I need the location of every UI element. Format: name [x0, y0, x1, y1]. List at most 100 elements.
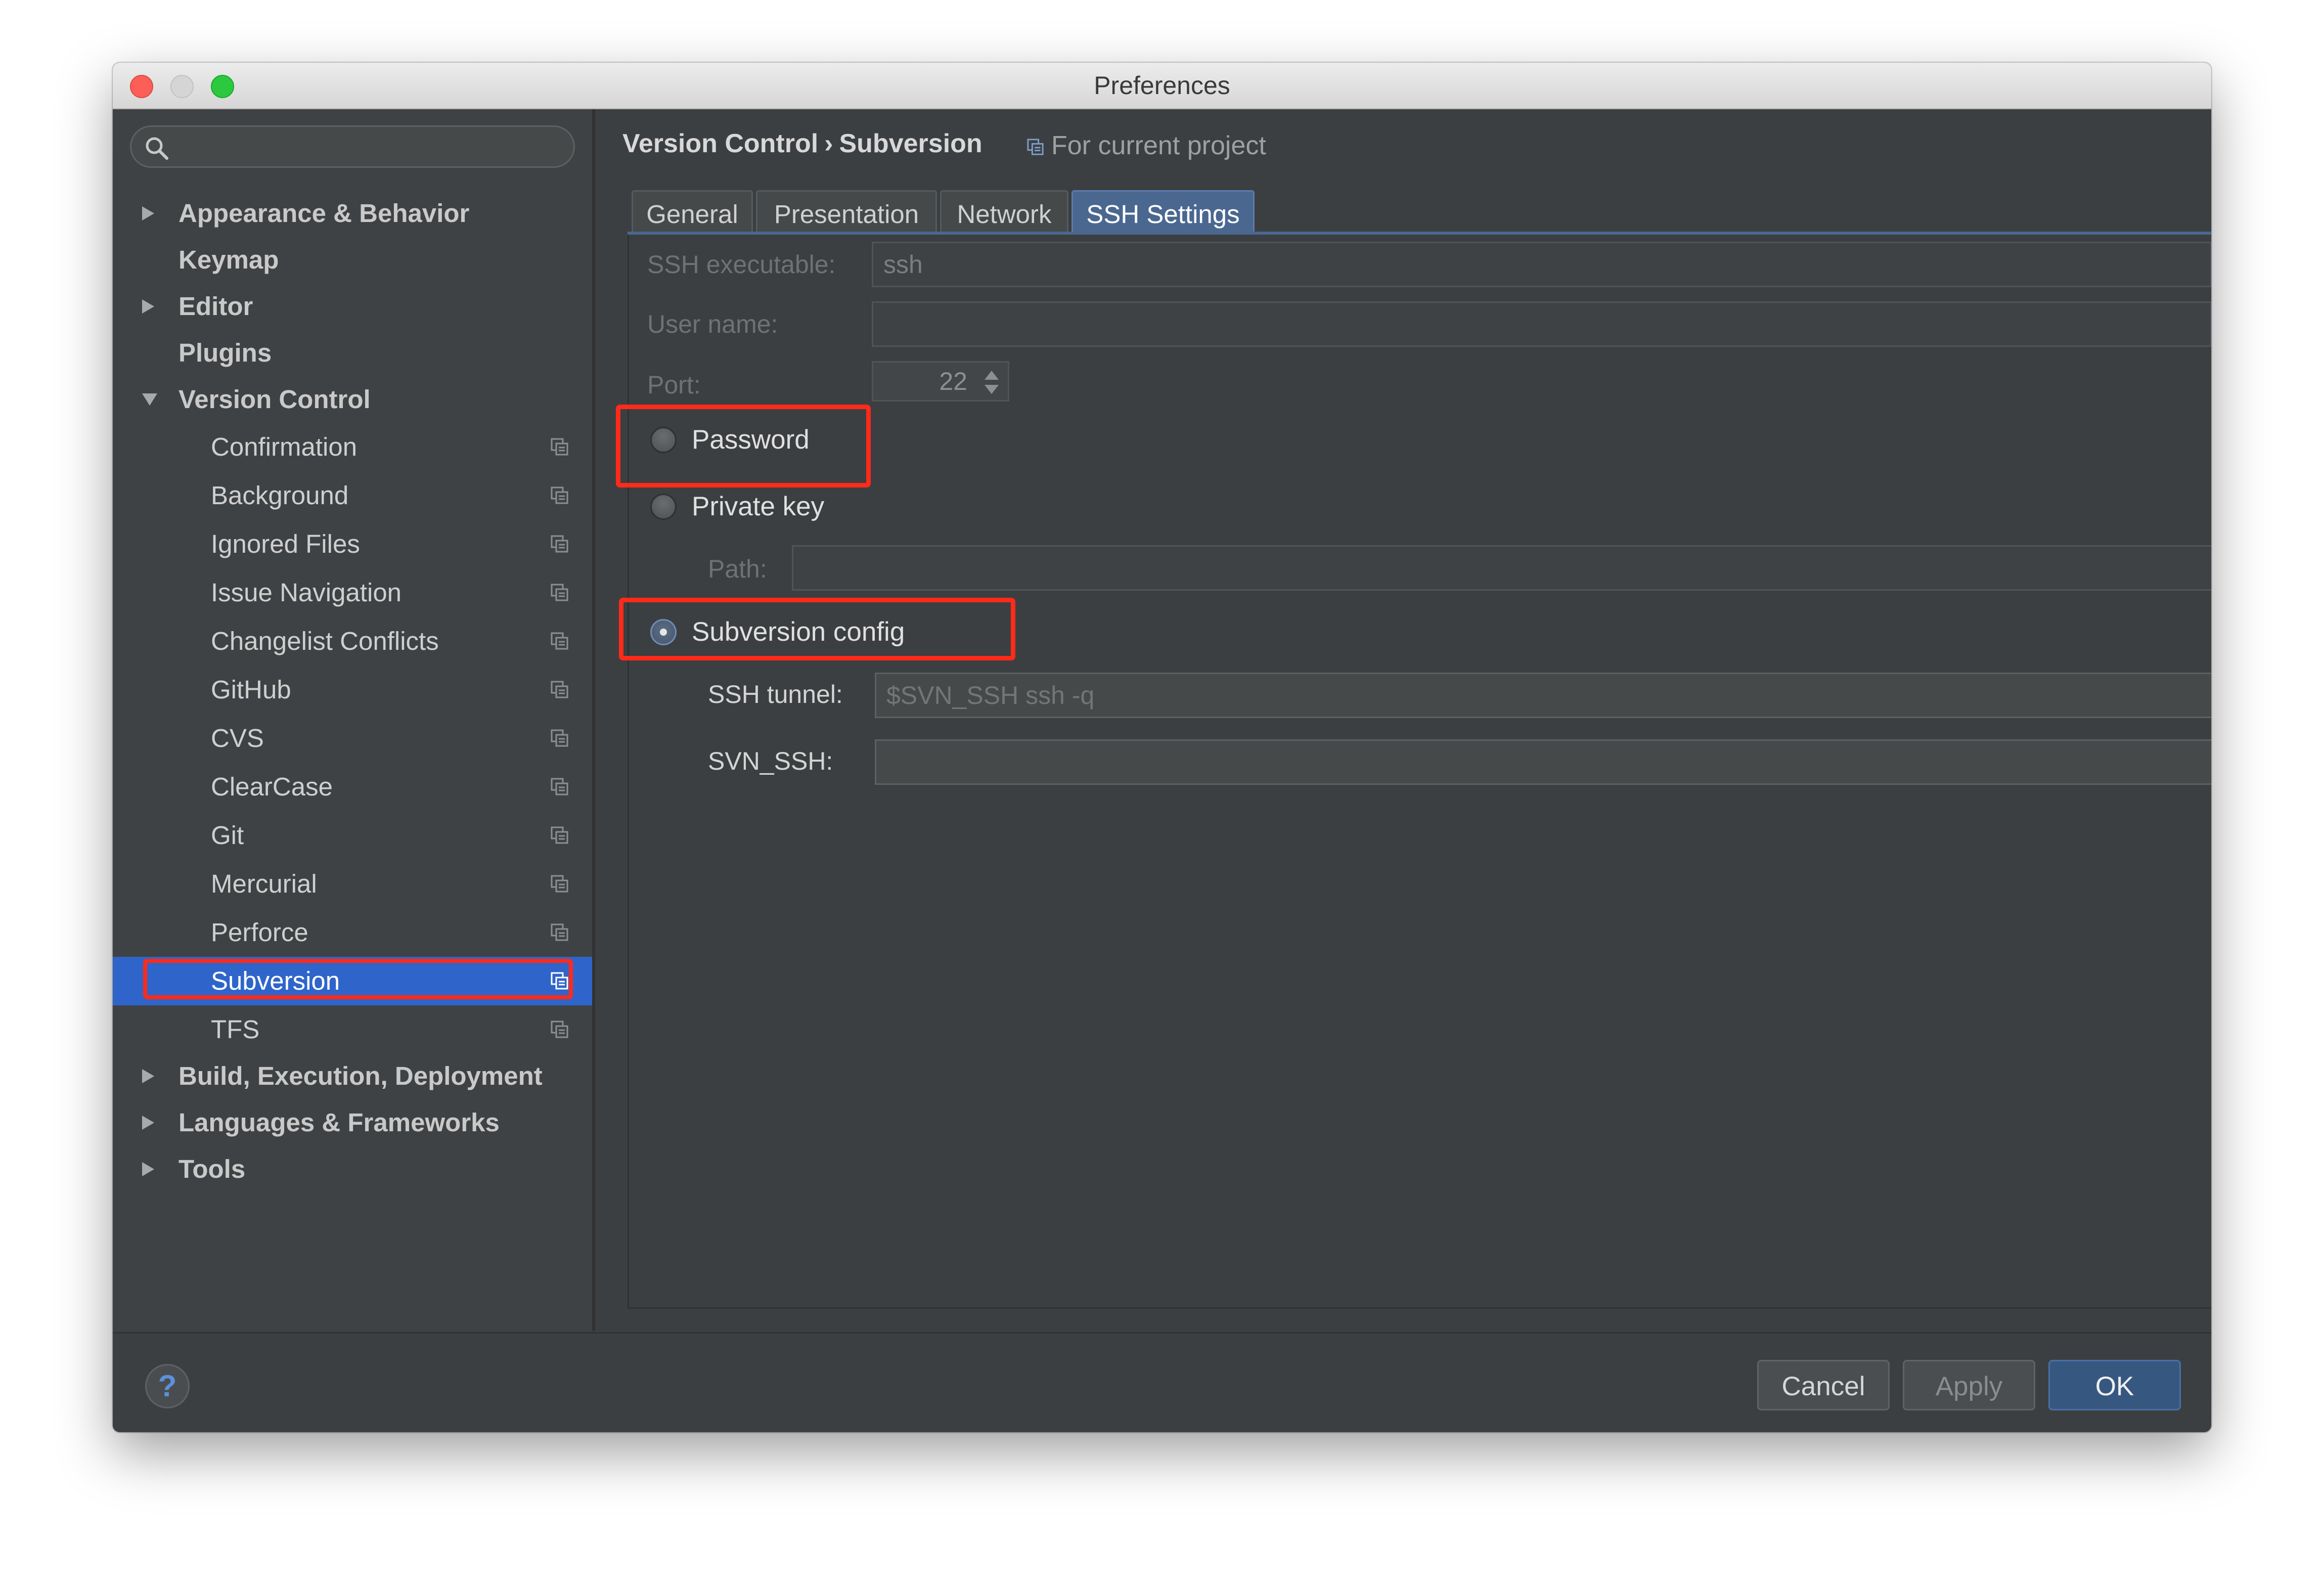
- ssh-executable-label: SSH executable:: [647, 250, 836, 279]
- user-name-field[interactable]: [872, 301, 2211, 347]
- tab-presentation[interactable]: Presentation: [756, 190, 937, 233]
- tree-item-confirmation[interactable]: Confirmation: [113, 423, 592, 471]
- settings-search[interactable]: [130, 125, 575, 168]
- tree-item-clearcase[interactable]: ClearCase: [113, 763, 592, 811]
- tab-ssh-settings[interactable]: SSH Settings: [1071, 190, 1255, 233]
- tree-item-label: Editor: [178, 292, 253, 321]
- scope-label: For current project: [1051, 131, 1266, 160]
- project-settings-icon: [551, 875, 568, 893]
- tree-item-github[interactable]: GitHub: [113, 666, 592, 714]
- tree-item-ignored-files[interactable]: Ignored Files: [113, 520, 592, 568]
- ssh-tunnel-label: SSH tunnel:: [708, 680, 843, 709]
- title-bar: Preferences: [113, 63, 2211, 109]
- tree-item-cvs[interactable]: CVS: [113, 714, 592, 763]
- tree-item-appearance-behavior[interactable]: Appearance & Behavior: [113, 189, 592, 238]
- tree-item-build-execution-deployment[interactable]: Build, Execution, Deployment: [113, 1052, 592, 1100]
- svn-ssh-field[interactable]: [875, 739, 2211, 785]
- breadcrumb-separator: ›: [824, 129, 833, 158]
- ssh-settings-panel: SSH executable: User name: Port: 22 Pass…: [616, 235, 2211, 1309]
- tree-item-background[interactable]: Background: [113, 471, 592, 520]
- project-settings-icon: [551, 1021, 568, 1038]
- project-settings-icon: [551, 632, 568, 650]
- search-input[interactable]: [177, 132, 563, 162]
- expand-arrow-icon[interactable]: [141, 298, 156, 315]
- settings-content: Version Control › Subversion For current p…: [595, 109, 2211, 1331]
- project-settings-icon: [551, 778, 568, 795]
- tree-item-label: Issue Navigation: [211, 578, 402, 607]
- project-settings-icon: [551, 486, 568, 504]
- ssh-tunnel-field[interactable]: [875, 673, 2211, 718]
- breadcrumb-current: Subversion: [839, 129, 982, 158]
- tree-item-issue-navigation[interactable]: Issue Navigation: [113, 568, 592, 617]
- tree-item-label: Mercurial: [211, 869, 317, 898]
- collapse-arrow-icon[interactable]: [141, 391, 158, 407]
- tree-item-label: TFS: [211, 1015, 260, 1044]
- annotation-highlight-box: [616, 405, 871, 488]
- spinner-icon[interactable]: [982, 368, 1001, 397]
- tree-item-languages-frameworks[interactable]: Languages & Frameworks: [113, 1098, 592, 1147]
- window-title: Preferences: [1094, 71, 1230, 100]
- expand-arrow-icon[interactable]: [141, 1068, 156, 1084]
- tree-item-mercurial[interactable]: Mercurial: [113, 860, 592, 908]
- tree-item-label: Appearance & Behavior: [178, 199, 470, 228]
- breadcrumb: Version Control › Subversion: [622, 128, 982, 159]
- annotation-highlight-box: [619, 598, 1015, 660]
- tree-item-subversion[interactable]: Subversion: [113, 957, 592, 1005]
- tree-item-editor[interactable]: Editor: [113, 282, 592, 331]
- breadcrumb-parent: Version Control: [622, 129, 819, 158]
- tree-item-label: Perforce: [211, 918, 308, 947]
- tree-item-label: Tools: [178, 1155, 246, 1183]
- port-stepper[interactable]: 22: [872, 361, 1009, 402]
- expand-arrow-icon[interactable]: [141, 1115, 156, 1131]
- tree-item-tfs[interactable]: TFS: [113, 1005, 592, 1054]
- project-settings-icon: [551, 923, 568, 941]
- tree-item-plugins[interactable]: Plugins: [113, 329, 592, 377]
- tree-item-label: CVS: [211, 724, 264, 752]
- project-settings-icon: [1027, 139, 1044, 155]
- project-settings-icon: [551, 438, 568, 456]
- tab-network[interactable]: Network: [940, 190, 1068, 233]
- tree-item-label: Plugins: [178, 338, 272, 367]
- tree-item-label: Keymap: [178, 245, 279, 274]
- port-label: Port:: [647, 371, 701, 399]
- tree-item-label: Git: [211, 821, 244, 850]
- expand-arrow-icon[interactable]: [141, 205, 156, 222]
- tree-item-label: Version Control: [178, 385, 371, 414]
- search-icon: [146, 137, 168, 160]
- cancel-button[interactable]: Cancel: [1757, 1360, 1890, 1410]
- tab-general[interactable]: General: [632, 190, 753, 233]
- private-key-path-field[interactable]: [792, 545, 2211, 591]
- svn-ssh-label: SVN_SSH:: [708, 747, 833, 775]
- tree-item-label: Ignored Files: [211, 529, 360, 558]
- user-name-label: User name:: [647, 310, 778, 338]
- project-settings-icon: [551, 535, 568, 553]
- tree-item-tools[interactable]: Tools: [113, 1145, 592, 1193]
- ssh-executable-field[interactable]: [872, 242, 2211, 287]
- tree-item-label: Changelist Conflicts: [211, 627, 439, 655]
- tree-item-version-control[interactable]: Version Control: [113, 375, 592, 424]
- tree-item-label: Confirmation: [211, 432, 357, 461]
- project-settings-icon: [551, 681, 568, 698]
- apply-button[interactable]: Apply: [1903, 1360, 2035, 1410]
- tree-item-label: ClearCase: [211, 772, 333, 801]
- ok-button[interactable]: OK: [2048, 1360, 2181, 1410]
- private-key-radio[interactable]: Private key: [650, 485, 903, 526]
- tree-item-label: Languages & Frameworks: [178, 1108, 500, 1137]
- tree-item-git[interactable]: Git: [113, 811, 592, 860]
- tree-item-changelist-conflicts[interactable]: Changelist Conflicts: [113, 617, 592, 666]
- dialog-footer: ? Cancel Apply OK: [113, 1332, 2211, 1432]
- project-settings-icon: [551, 584, 568, 601]
- tree-item-perforce[interactable]: Perforce: [113, 908, 592, 957]
- tree-item-keymap[interactable]: Keymap: [113, 236, 592, 284]
- help-icon[interactable]: ?: [145, 1364, 190, 1408]
- port-value: 22: [939, 367, 967, 395]
- tree-item-label: Background: [211, 481, 349, 510]
- annotation-highlight-box: [143, 959, 573, 999]
- tree-item-label: GitHub: [211, 675, 291, 704]
- radio-label: Private key: [692, 492, 825, 521]
- expand-arrow-icon[interactable]: [141, 1161, 156, 1177]
- settings-sidebar: Appearance & Behavior Keymap Editor Plug…: [113, 109, 595, 1331]
- scope-indicator: For current project: [1027, 130, 1266, 161]
- project-settings-icon: [551, 826, 568, 844]
- radio-button[interactable]: [650, 494, 677, 520]
